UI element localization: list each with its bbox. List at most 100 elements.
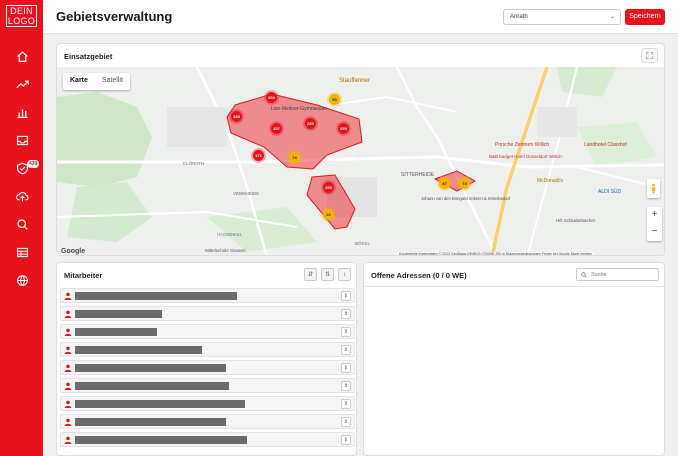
search-icon[interactable] — [14, 216, 30, 232]
map-attribution[interactable]: Kurzbefehle Kartendaten © 2023 GeoBasis-… — [397, 252, 594, 255]
person-icon — [64, 346, 72, 354]
logo[interactable]: DEIN LOGO — [6, 5, 37, 27]
app-root: DEIN LOGO 439 Gebietsverwaltung Anrath ⌄… — [0, 0, 678, 456]
employee-row[interactable]: ⇕ — [60, 324, 355, 339]
map-label-mcdonalds: McDonald's — [537, 178, 563, 184]
addresses-card-title: Offene Adressen (0 / 0 WE) — [371, 271, 467, 280]
map-tab-karte[interactable]: Karte — [63, 73, 95, 90]
redacted-name — [75, 364, 226, 372]
row-select-button[interactable]: ⇕ — [341, 363, 351, 373]
table-icon[interactable] — [14, 244, 30, 260]
person-icon — [64, 364, 72, 372]
map-canvas[interactable] — [57, 67, 665, 256]
row-select-button[interactable]: ⇕ — [341, 381, 351, 391]
map-label-hagwinkel: HAGWINKEL — [217, 232, 243, 237]
row-select-button[interactable]: ⇕ — [341, 309, 351, 319]
employee-row[interactable]: ⇕ — [60, 432, 355, 447]
sort-toggle-button[interactable]: ↕ — [338, 268, 351, 281]
bar-chart-icon[interactable] — [14, 104, 30, 120]
map-label-porsche: Porsche Zentrum Willich — [495, 142, 550, 148]
map-marker[interactable]: 47 — [439, 178, 450, 189]
map-label-stauffenner: Stauffenner — [339, 78, 370, 84]
redacted-name — [75, 382, 229, 390]
employee-row[interactable]: ⇕ — [60, 396, 355, 411]
person-icon — [64, 400, 72, 408]
map-marker[interactable]: 74 — [289, 152, 300, 163]
save-button[interactable]: Speichern — [625, 9, 665, 25]
redacted-name — [75, 292, 237, 300]
row-select-button[interactable]: ⇕ — [341, 327, 351, 337]
map-label-sittersheide: SITTERHEIDE — [401, 172, 435, 178]
inbox-icon[interactable] — [14, 132, 30, 148]
employee-row[interactable]: ⇕ — [60, 360, 355, 375]
expand-icon — [646, 52, 653, 59]
map-type-toggle: Karte Satellit — [63, 73, 130, 90]
pegman-icon[interactable] — [647, 179, 660, 198]
map-label-aldi: ALDI SÜD — [598, 189, 622, 195]
zoom-out-button[interactable]: − — [647, 224, 662, 241]
redacted-name — [75, 418, 226, 426]
employee-row[interactable]: ⇕ — [60, 288, 355, 303]
map-marker[interactable]: 283 — [231, 111, 242, 122]
map-label-gymnasium: Lise-Meitner-Gymnasium — [271, 106, 327, 112]
employee-row[interactable]: ⇕ — [60, 414, 355, 429]
globe-icon[interactable] — [14, 272, 30, 288]
map-label-budget-hotel: B&B budget Hotel Düsseldorf Willich — [489, 154, 562, 159]
redacted-name — [75, 400, 245, 408]
sort-asc-button[interactable]: ⇵ — [304, 268, 317, 281]
header: Gebietsverwaltung Anrath ⌄ Speichern — [43, 0, 678, 34]
sort-desc-button[interactable]: ⇅ — [321, 268, 334, 281]
redacted-name — [75, 346, 202, 354]
person-icon — [64, 418, 72, 426]
redacted-name — [75, 436, 247, 444]
employee-row[interactable]: ⇕ — [60, 378, 355, 393]
map-marker[interactable]: 75 — [459, 178, 470, 189]
row-select-button[interactable]: ⇕ — [341, 399, 351, 409]
trending-icon[interactable] — [14, 76, 30, 92]
map-marker[interactable]: 299 — [338, 123, 349, 134]
row-select-button[interactable]: ⇕ — [341, 435, 351, 445]
logo-line-1: DEIN — [10, 6, 33, 16]
map-label-clorath: CLÖRATH — [183, 161, 205, 166]
employees-card: Mitarbeiter ⇵ ⇅ ↕ ⇕ ⇕ ⇕ ⇕ ⇕ ⇕ ⇕ ⇕ ⇕ — [56, 262, 357, 456]
map-marker[interactable]: 90 — [329, 94, 340, 105]
employee-row[interactable]: ⇕ — [60, 306, 355, 321]
employee-row[interactable]: ⇕ — [60, 342, 355, 357]
google-logo: Google — [61, 248, 86, 255]
zoom-in-button[interactable]: + — [647, 207, 662, 224]
map-label-vennheide: VENNHEIDE — [233, 191, 260, 196]
person-icon — [64, 382, 72, 390]
home-icon[interactable] — [14, 48, 30, 64]
employee-list: ⇕ ⇕ ⇕ ⇕ ⇕ ⇕ ⇕ ⇕ ⇕ — [60, 288, 355, 450]
map-marker[interactable]: 257 — [271, 123, 282, 134]
chevron-down-icon: ⌄ — [609, 14, 615, 20]
person-icon — [64, 292, 72, 300]
expand-button[interactable] — [641, 48, 658, 63]
address-search-input[interactable]: Suche — [576, 268, 659, 281]
map-marker[interactable]: 203 — [266, 92, 277, 103]
map-label-landhotel: Landhotel Classhof — [584, 142, 627, 148]
map-tab-satellit[interactable]: Satellit — [95, 73, 130, 90]
redacted-name — [75, 310, 162, 318]
upload-cloud-icon[interactable] — [14, 188, 30, 204]
zoom-control: + − — [647, 207, 662, 241]
row-select-button[interactable]: ⇕ — [341, 345, 351, 355]
map-marker[interactable]: 171 — [253, 150, 264, 161]
map-label-imkerei: Johann van den Bongard Imkerei & Imkerbe… — [421, 196, 511, 201]
row-select-button[interactable]: ⇕ — [341, 291, 351, 301]
map-marker[interactable]: 280 — [305, 118, 316, 129]
map-marker[interactable]: 26 — [323, 209, 334, 220]
map[interactable]: Stauffenner Lise-Meitner-Gymnasium CLÖRATH… — [57, 67, 665, 256]
sidebar: DEIN LOGO 439 — [0, 0, 43, 456]
addresses-card: Offene Adressen (0 / 0 WE) Suche — [363, 262, 665, 456]
row-select-button[interactable]: ⇕ — [341, 417, 351, 427]
map-card-title: Einsatzgebiet — [64, 52, 113, 61]
map-marker[interactable]: 250 — [323, 182, 334, 193]
page-title: Gebietsverwaltung — [56, 9, 173, 24]
employees-card-title: Mitarbeiter — [64, 271, 103, 280]
map-label-mittelschule: Mittelschule Stauten — [205, 248, 246, 253]
person-icon — [64, 310, 72, 318]
redacted-name — [75, 328, 157, 336]
location-select[interactable]: Anrath ⌄ — [503, 9, 621, 25]
logo-line-2: LOGO — [7, 16, 36, 26]
